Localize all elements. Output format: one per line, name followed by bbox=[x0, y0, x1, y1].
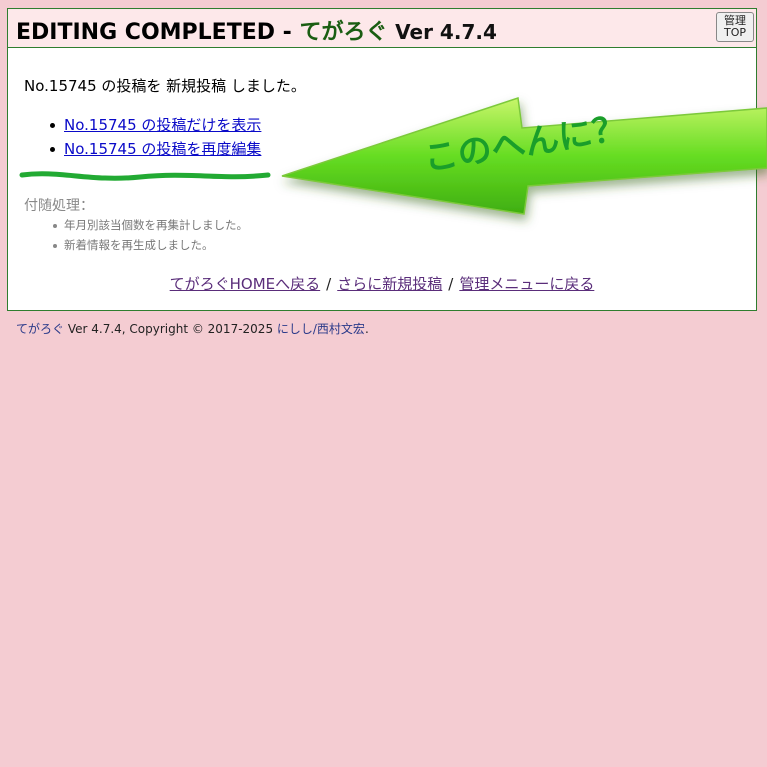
app-name: てがろぐ bbox=[299, 20, 388, 45]
post-process-item: 年月別該当個数を再集計しました。 bbox=[52, 217, 248, 237]
reedit-post-link[interactable]: No.15745 の投稿を再度編集 bbox=[64, 140, 261, 158]
new-post-link[interactable]: さらに新規投稿 bbox=[337, 275, 442, 293]
post-process-item: 新着情報を再生成しました。 bbox=[52, 237, 248, 257]
list-item: No.15745 の投稿だけを表示 bbox=[48, 114, 261, 138]
copyright-app: てがろぐ bbox=[16, 322, 65, 336]
result-links: No.15745 の投稿だけを表示 No.15745 の投稿を再度編集 bbox=[48, 114, 261, 162]
copyright-text: Ver 4.7.4, Copyright © 2017-2025 bbox=[64, 322, 277, 336]
view-post-link[interactable]: No.15745 の投稿だけを表示 bbox=[64, 116, 261, 134]
footer-nav: てがろぐHOMEへ戻る / さらに新規投稿 / 管理メニューに戻る bbox=[8, 273, 756, 294]
completion-message: No.15745 の投稿を 新規投稿 しました。 bbox=[24, 77, 306, 95]
post-process-list: 年月別該当個数を再集計しました。 新着情報を再生成しました。 bbox=[52, 217, 248, 257]
list-item: No.15745 の投稿を再度編集 bbox=[48, 138, 261, 162]
home-link[interactable]: てがろぐHOMEへ戻る bbox=[170, 275, 321, 293]
completion-panel: EDITING COMPLETED - てがろぐ Ver 4.7.4 管理 TO… bbox=[7, 8, 757, 311]
post-process-label: 付随処理： bbox=[24, 198, 94, 214]
page-title: EDITING COMPLETED - てがろぐ Ver 4.7.4 bbox=[16, 14, 497, 46]
header-bar: EDITING COMPLETED - てがろぐ Ver 4.7.4 管理 TO… bbox=[8, 9, 756, 48]
title-text: EDITING COMPLETED - bbox=[16, 20, 292, 45]
admin-top-button[interactable]: 管理 TOP bbox=[716, 12, 754, 42]
separator: / bbox=[448, 275, 454, 293]
copyright: てがろぐ Ver 4.7.4, Copyright © 2017-2025 にし… bbox=[16, 320, 369, 337]
admin-menu-link[interactable]: 管理メニューに戻る bbox=[459, 275, 594, 293]
author-link[interactable]: にしし/西村文宏 bbox=[277, 322, 365, 336]
separator: / bbox=[326, 275, 332, 293]
app-version: Ver 4.7.4 bbox=[395, 20, 497, 44]
admin-button-line2: TOP bbox=[723, 26, 746, 39]
copyright-end: . bbox=[364, 322, 369, 336]
